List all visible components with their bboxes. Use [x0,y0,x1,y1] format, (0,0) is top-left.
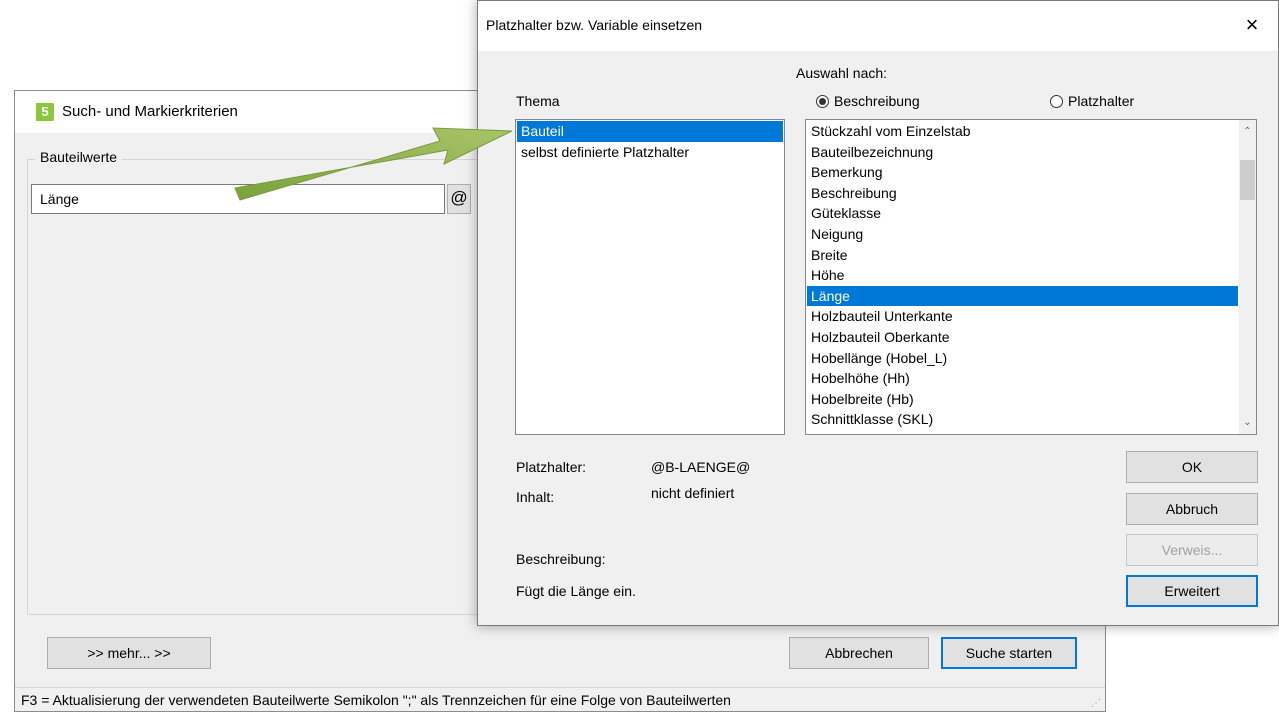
list-item[interactable]: Hobelhöhe (Hh) [807,368,1238,389]
field-list-scrollbar[interactable]: ⌃ ⌄ [1239,120,1256,434]
field-listbox[interactable]: Stückzahl vom Einzelstab Bauteilbezeichnu… [805,119,1257,435]
description-label: Beschreibung: [516,551,606,567]
list-item[interactable]: Länge [807,285,1238,307]
insert-placeholder-button[interactable]: @ [447,184,471,214]
radio-description[interactable]: Beschreibung [816,93,920,109]
reference-button[interactable]: Verweis... [1126,534,1258,566]
radio-placeholder-dot [1050,94,1063,108]
scroll-up-icon[interactable]: ⌃ [1239,123,1256,140]
list-item[interactable]: Höhe [807,265,1238,286]
status-bar: F3 = Aktualisierung der verwendeten Baut… [15,687,1105,711]
component-value-input[interactable]: Länge [31,184,445,214]
description-value: Fügt die Länge ein. [516,583,636,599]
scroll-down-icon[interactable]: ⌄ [1239,414,1256,431]
dialog-title: Platzhalter bzw. Variable einsetzen [486,17,703,33]
placeholder-label: Platzhalter: [516,459,587,475]
resize-grip-icon[interactable]: ⋰ [1091,698,1101,709]
placeholder-value: @B-LAENGE@ [651,459,751,475]
list-item[interactable]: Neigung [807,224,1238,245]
start-search-button[interactable]: Suche starten [941,637,1077,669]
list-item[interactable]: Schnittklasse (SKL) [807,409,1238,430]
list-item[interactable]: Holzbauteil Unterkante [807,306,1238,327]
list-item[interactable]: Bemerkung [807,162,1238,183]
list-item[interactable]: Holzbauteil Oberkante [807,327,1238,348]
radio-placeholder-label: Platzhalter [1068,93,1135,109]
abort-button[interactable]: Abbruch [1126,493,1258,525]
list-item[interactable]: Güteklasse [807,203,1238,224]
dialog-titlebar[interactable]: Platzhalter bzw. Variable einsetzen × [478,1,1278,51]
content-value: nicht definiert [651,485,735,501]
scroll-thumb[interactable] [1240,160,1255,200]
content-label: Inhalt: [516,489,555,505]
placeholder-dialog: Platzhalter bzw. Variable einsetzen × Au… [477,0,1279,626]
group-label: Bauteilwerte [35,149,123,165]
status-text: F3 = Aktualisierung der verwendeten Baut… [21,692,731,708]
list-item[interactable]: Stückzahl vom Einzelstab [807,121,1238,142]
radio-description-label: Beschreibung [834,93,920,109]
selection-label: Auswahl nach: [796,65,888,81]
theme-listbox[interactable]: Bauteil selbst definierte Platzhalter [515,119,785,435]
list-item[interactable]: Bauteilbezeichnung [807,142,1238,163]
ok-button[interactable]: OK [1126,451,1258,483]
app-logo-icon: 5 [36,103,54,121]
field-list-items: Stückzahl vom Einzelstab Bauteilbezeichnu… [807,121,1238,433]
cancel-search-button[interactable]: Abbrechen [789,637,929,669]
theme-label: Thema [516,93,560,109]
more-button[interactable]: >> mehr... >> [47,637,211,669]
list-item[interactable]: Breite [807,245,1238,266]
list-item[interactable]: Bauteil [517,121,783,142]
radio-description-dot [816,94,829,108]
list-item[interactable]: Beschreibung [807,183,1238,204]
list-item[interactable]: Hobelbreite (Hb) [807,389,1238,410]
window-title: Such- und Markierkriterien [62,103,238,120]
radio-placeholder[interactable]: Platzhalter [1050,93,1134,109]
list-item[interactable]: selbst definierte Platzhalter [517,142,783,163]
extended-button[interactable]: Erweitert [1126,575,1258,607]
close-icon[interactable]: × [1236,9,1268,41]
list-item[interactable]: Hobellänge (Hobel_L) [807,348,1238,369]
